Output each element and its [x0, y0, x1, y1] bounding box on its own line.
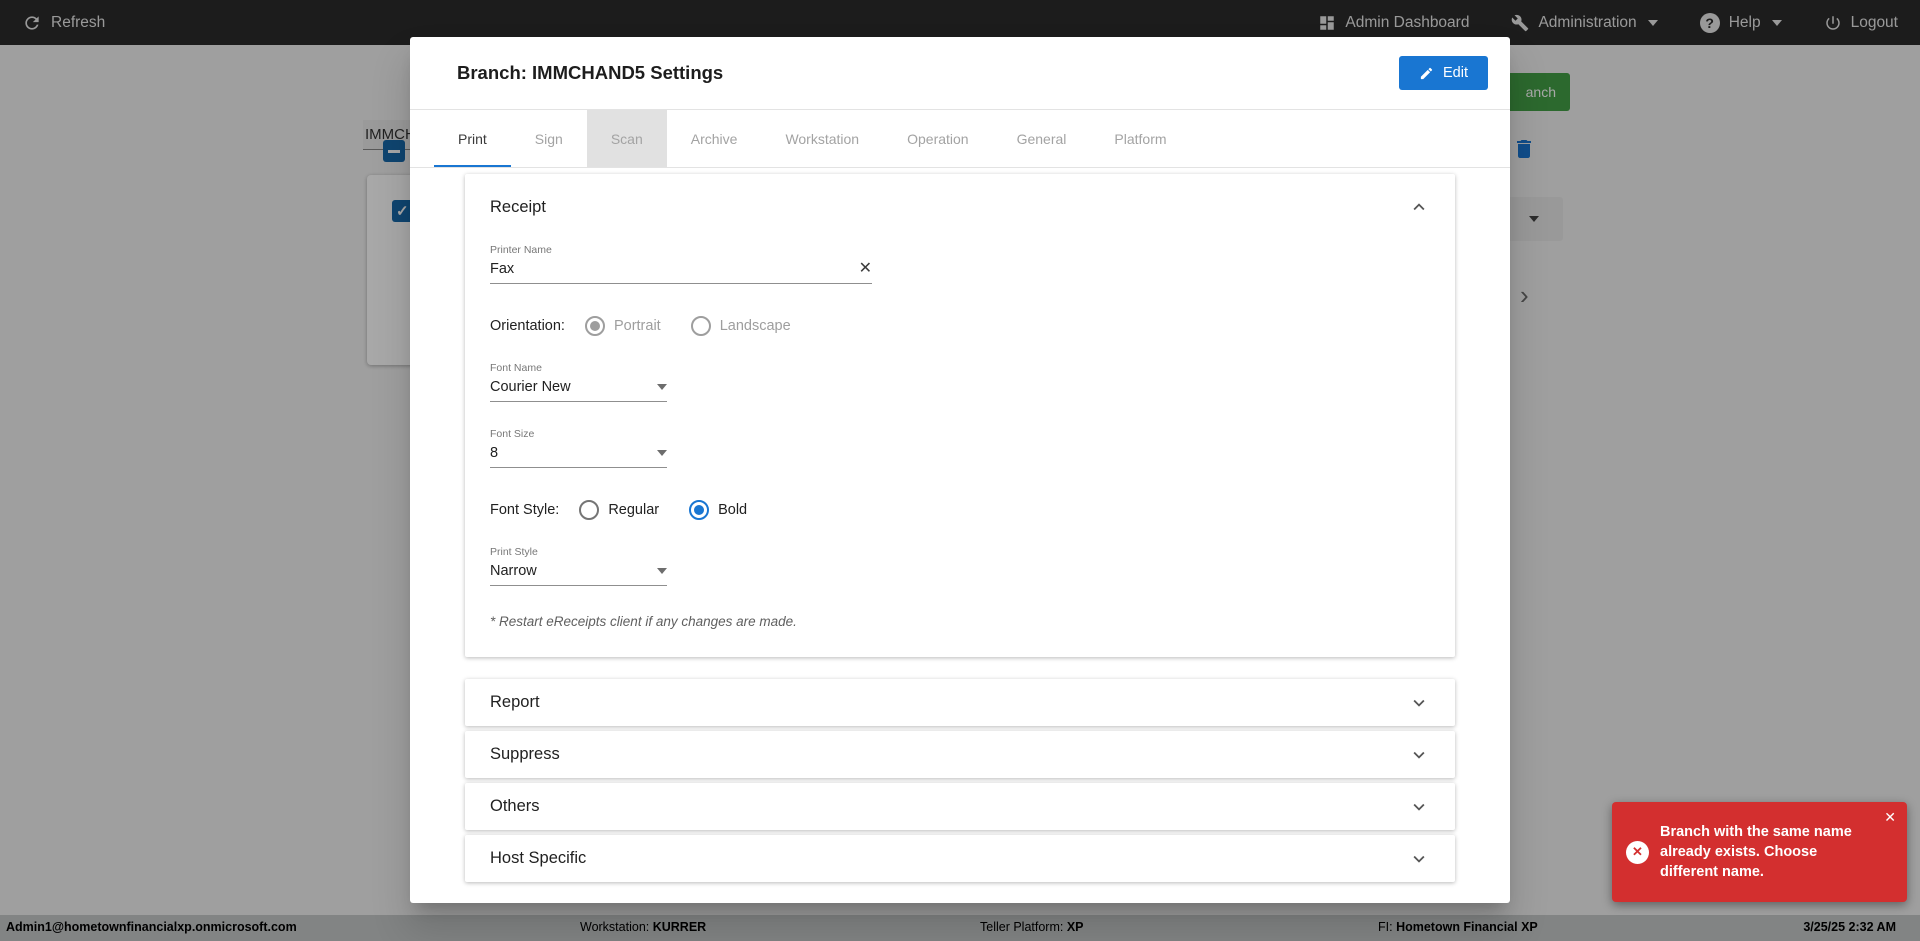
- printer-name-label: Printer Name: [490, 244, 552, 256]
- clear-icon[interactable]: ✕: [859, 261, 872, 277]
- tab-operation[interactable]: Operation: [883, 110, 992, 167]
- report-section-header[interactable]: Report: [465, 679, 1455, 726]
- tab-general[interactable]: General: [993, 110, 1091, 167]
- suppress-section-header[interactable]: Suppress: [465, 731, 1455, 778]
- font-size-select[interactable]: 8: [490, 445, 667, 468]
- portrait-label: Portrait: [613, 318, 661, 334]
- printer-name-input[interactable]: Fax: [490, 261, 514, 277]
- font-name-label: Font Name: [490, 362, 542, 374]
- chevron-down-icon: [657, 384, 667, 390]
- orientation-field: Orientation: Portrait Landscape: [490, 316, 1430, 336]
- font-name-field: Font Name Courier New: [490, 362, 667, 402]
- host-specific-section-header[interactable]: Host Specific: [465, 835, 1455, 882]
- landscape-radio[interactable]: [690, 316, 711, 336]
- restart-note: * Restart eReceipts client if any change…: [490, 614, 797, 629]
- dialog-header: Branch: IMMCHAND5 Settings Edit: [410, 37, 1510, 110]
- chevron-down-icon: [657, 450, 667, 456]
- bold-label: Bold: [718, 502, 748, 518]
- chevron-down-icon: [1413, 751, 1425, 759]
- error-message: Branch with the same name already exists…: [1660, 824, 1852, 880]
- font-name-value: Courier New: [490, 379, 571, 395]
- regular-radio[interactable]: [579, 500, 600, 520]
- font-style-field: Font Style: Regular Bold: [490, 500, 1430, 520]
- tab-print[interactable]: Print: [434, 110, 511, 167]
- settings-tabs: Print Sign Scan Archive Workstation Oper…: [410, 110, 1510, 168]
- dialog-title: Branch: IMMCHAND5 Settings: [457, 62, 724, 83]
- chevron-down-icon: [1413, 803, 1425, 811]
- error-icon: ✕: [1626, 840, 1649, 864]
- print-style-field: Print Style Narrow: [490, 546, 667, 586]
- chevron-down-icon: [1413, 699, 1425, 707]
- chevron-down-icon: [1413, 855, 1425, 863]
- tab-sign[interactable]: Sign: [511, 110, 587, 167]
- suppress-section-title: Suppress: [490, 745, 560, 763]
- receipt-section-title: Receipt: [490, 197, 546, 216]
- error-toast: ✕ Branch with the same name already exis…: [1612, 802, 1907, 902]
- print-style-value: Narrow: [490, 563, 537, 579]
- pencil-icon: [1420, 67, 1433, 79]
- font-name-select[interactable]: Courier New: [490, 379, 667, 402]
- tab-archive[interactable]: Archive: [667, 110, 762, 167]
- others-section-header[interactable]: Others: [465, 783, 1455, 830]
- print-style-label: Print Style: [490, 546, 538, 558]
- print-style-select[interactable]: Narrow: [490, 563, 667, 586]
- chevron-down-icon: [657, 568, 667, 574]
- portrait-radio[interactable]: [584, 316, 605, 336]
- font-style-label: Font Style:: [490, 502, 560, 518]
- settings-content: Receipt Printer Name Fax ✕ Orientation: …: [410, 168, 1510, 882]
- regular-label: Regular: [608, 502, 660, 518]
- bold-radio[interactable]: [689, 500, 710, 520]
- receipt-section-header[interactable]: Receipt: [490, 196, 1430, 218]
- orientation-label: Orientation:: [490, 318, 565, 334]
- receipt-section: Receipt Printer Name Fax ✕ Orientation: …: [465, 174, 1455, 657]
- tab-workstation[interactable]: Workstation: [761, 110, 883, 167]
- tab-scan[interactable]: Scan: [586, 110, 667, 167]
- edit-button-label: Edit: [1443, 65, 1468, 81]
- others-section-title: Others: [490, 797, 540, 815]
- font-size-field: Font Size 8: [490, 428, 667, 468]
- edit-button[interactable]: Edit: [1399, 56, 1488, 90]
- chevron-up-icon: [1413, 203, 1425, 211]
- report-section-title: Report: [490, 693, 540, 711]
- font-size-value: 8: [490, 445, 499, 461]
- host-specific-section-title: Host Specific: [490, 849, 587, 867]
- branch-settings-dialog: Branch: IMMCHAND5 Settings Edit Print Si…: [410, 37, 1510, 903]
- font-size-label: Font Size: [490, 428, 535, 440]
- landscape-label: Landscape: [719, 318, 791, 334]
- tab-platform[interactable]: Platform: [1090, 110, 1190, 167]
- close-icon[interactable]: ✕: [1884, 809, 1896, 826]
- printer-name-field: Printer Name Fax ✕: [490, 244, 872, 284]
